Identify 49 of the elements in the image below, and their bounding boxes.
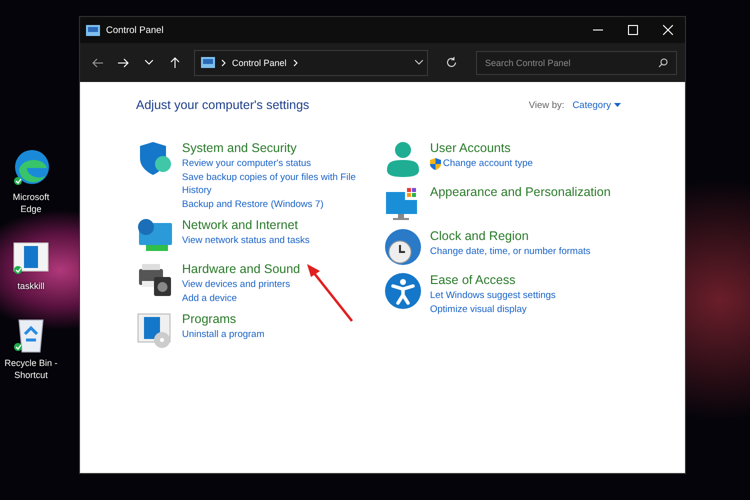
task-link[interactable]: View network status and tasks [182, 234, 310, 248]
search-field[interactable]: Search Control Panel [476, 50, 677, 74]
window-title: Control Panel [106, 24, 165, 36]
maximize-icon [628, 25, 638, 35]
category-link[interactable]: System and Security [182, 140, 297, 157]
category-link[interactable]: Network and Internet [182, 217, 298, 234]
user-icon [384, 140, 422, 178]
breadcrumb[interactable]: Control Panel [232, 58, 287, 68]
task-link[interactable]: View devices and printers [182, 278, 290, 292]
desktop-icon-label: Microsoft Edge [12, 191, 50, 215]
task-link[interactable]: Backup and Restore (Windows 7) [182, 198, 324, 211]
refresh-icon [446, 57, 456, 68]
address-bar[interactable]: Control Panel [194, 50, 428, 76]
up-arrow-icon [170, 57, 180, 68]
category-link[interactable]: User Accounts [430, 140, 511, 157]
view-by-label: View by: [528, 100, 564, 110]
globe-clock-icon [384, 228, 422, 266]
task-link[interactable]: Uninstall a program [182, 328, 264, 342]
task-link[interactable]: Change account type [443, 157, 533, 170]
task-link[interactable]: Save backup copies of your files with File History [182, 170, 372, 198]
back-arrow-icon [92, 58, 102, 68]
task-link[interactable]: Add a device [182, 292, 237, 305]
search-icon [658, 58, 668, 68]
control-panel-icon [86, 24, 100, 36]
category-link[interactable]: Programs [182, 311, 236, 328]
accessibility-icon [384, 272, 422, 310]
caret-icon [614, 103, 621, 107]
category-link[interactable]: Appearance and Personalization [430, 184, 611, 201]
task-link[interactable]: Review your computer's status [182, 157, 312, 170]
close-icon [662, 25, 672, 35]
desktop-icon-label: taskkill [17, 280, 44, 292]
annotation-arrow [306, 264, 356, 324]
control-panel-icon [201, 57, 215, 68]
category-link[interactable]: Clock and Region [430, 228, 529, 245]
printer-speaker-icon [136, 261, 174, 299]
dropdown-icon[interactable] [415, 60, 423, 65]
chevron-down-icon [145, 60, 153, 65]
edge-browser-icon[interactable] [11, 148, 51, 188]
desktop-icon-label: Recycle Bin - Shortcut [3, 357, 58, 381]
category-link[interactable]: Ease of Access [430, 272, 516, 289]
view-by-dropdown[interactable]: Category [572, 100, 621, 110]
page-heading: Adjust your computer's settings [136, 98, 310, 112]
forward-arrow-icon [118, 58, 128, 68]
category-link[interactable]: Hardware and Sound [182, 261, 300, 278]
chevron-icon [292, 58, 298, 66]
task-link[interactable]: Change date, time, or number formats [430, 245, 591, 258]
task-link[interactable]: Optimize visual display [430, 302, 527, 316]
task-link[interactable]: Let Windows suggest settings [430, 289, 556, 302]
chevron-icon [221, 58, 226, 66]
